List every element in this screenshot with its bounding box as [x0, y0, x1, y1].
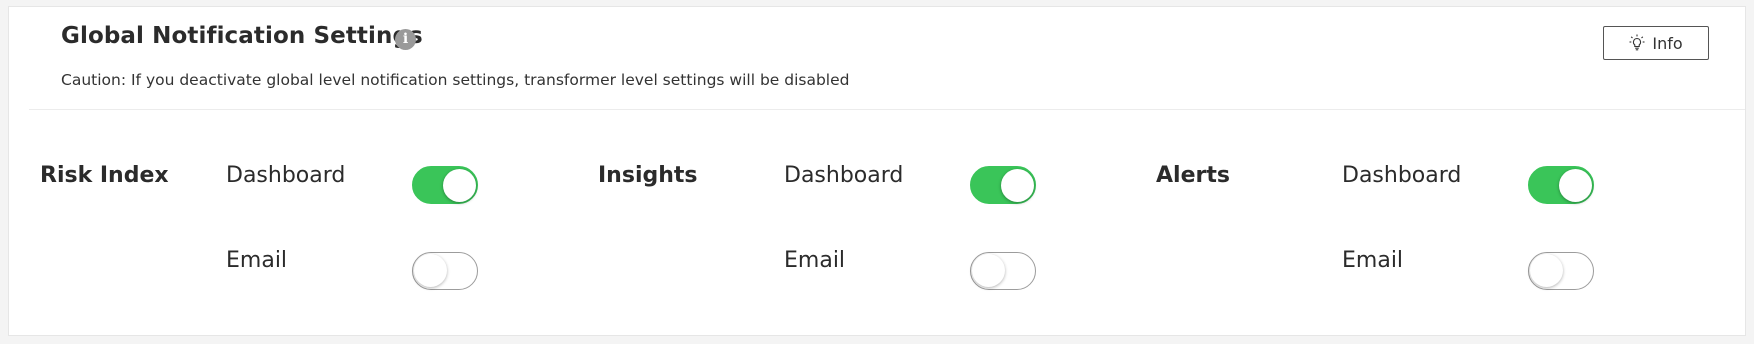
toggle-knob	[1001, 168, 1034, 202]
option-label-alerts-email: Email	[1342, 248, 1404, 273]
toggle-knob	[1530, 253, 1563, 287]
toggle-knob	[972, 253, 1005, 287]
settings-header: Global Notification Settings i Caution: …	[29, 7, 1745, 110]
caution-text: Caution: If you deactivate global level …	[61, 71, 850, 89]
option-label-insights-dashboard: Dashboard	[784, 163, 904, 188]
group-label-risk-index: Risk Index	[40, 163, 169, 188]
toggle-risk-index-email[interactable]	[412, 252, 478, 290]
lightbulb-icon	[1629, 34, 1645, 51]
option-label-risk-index-email: Email	[226, 248, 288, 273]
info-button-label: Info	[1652, 33, 1683, 53]
toggle-knob	[1559, 168, 1592, 202]
toggle-alerts-dashboard[interactable]	[1528, 166, 1594, 204]
toggle-risk-index-dashboard[interactable]	[412, 166, 478, 204]
group-label-alerts: Alerts	[1156, 163, 1230, 188]
group-label-insights: Insights	[598, 163, 698, 188]
option-label-alerts-dashboard: Dashboard	[1342, 163, 1462, 188]
info-circle-icon[interactable]: i	[395, 29, 416, 50]
option-label-risk-index-dashboard: Dashboard	[226, 163, 346, 188]
toggle-insights-dashboard[interactable]	[970, 166, 1036, 204]
option-label-insights-email: Email	[784, 248, 846, 273]
toggle-knob	[414, 253, 447, 287]
toggle-insights-email[interactable]	[970, 252, 1036, 290]
info-button[interactable]: Info	[1603, 26, 1709, 60]
page-title: Global Notification Settings	[61, 23, 423, 49]
toggle-knob	[443, 168, 476, 202]
toggle-alerts-email[interactable]	[1528, 252, 1594, 290]
